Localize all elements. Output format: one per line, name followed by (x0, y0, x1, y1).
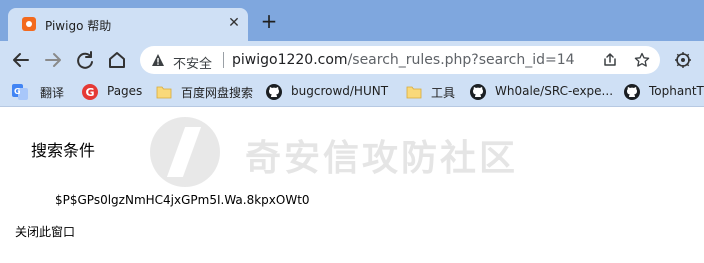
bookmarks-bar: G 翻译 G Pages 百度网盘搜索 bugcrowd/HUNT 工具 Wh0… (0, 78, 704, 107)
url-path: /search_rules.php?search_id=14 (347, 52, 575, 68)
url-text[interactable]: piwigo1220.com/search_rules.php?search_i… (232, 52, 575, 68)
address-separator (223, 52, 224, 68)
bookmark-label: Pages (107, 84, 143, 98)
new-tab-button[interactable]: + (259, 11, 279, 31)
bookmark-label: 百度网盘搜索 (181, 86, 254, 100)
github-icon (470, 84, 486, 100)
google-translate-icon: G (12, 84, 28, 100)
bookmark-star-icon[interactable] (634, 52, 650, 68)
tab-strip: Piwigo 帮助 ✕ + (0, 0, 704, 41)
warning-icon[interactable] (151, 53, 165, 67)
watermark: 奇安信攻防社区 (150, 117, 570, 195)
browser-toolbar: 不安全 piwigo1220.com/search_rules.php?sear… (0, 41, 704, 78)
svg-text:G: G (86, 86, 95, 99)
page-title: 搜索条件 (31, 141, 96, 160)
share-icon[interactable] (602, 52, 618, 68)
tab-close-icon[interactable]: ✕ (226, 15, 242, 31)
github-icon (624, 84, 640, 100)
address-bar[interactable]: 不安全 piwigo1220.com/search_rules.php?sear… (140, 46, 660, 74)
tab-title: Piwigo 帮助 (45, 19, 112, 33)
forward-arrow-icon[interactable] (42, 49, 64, 71)
not-secure-label[interactable]: 不安全 (173, 53, 212, 72)
bookmark-label: 翻译 (40, 86, 65, 100)
home-icon[interactable] (106, 49, 128, 71)
svg-text:G: G (14, 87, 21, 96)
page-content: 奇安信攻防社区 搜索条件 $P$GPs0lgzNmHC4jxGPm5I.Wa.8… (0, 107, 704, 263)
watermark-logo-icon (150, 117, 220, 187)
bookmark-label: 工具 (431, 86, 456, 100)
reload-icon[interactable] (74, 49, 96, 71)
folder-icon (406, 86, 422, 99)
search-rule-value: $P$GPs0lgzNmHC4jxGPm5I.Wa.8kpxOWt0 (55, 193, 310, 207)
folder-icon (156, 86, 172, 99)
watermark-text: 奇安信攻防社区 (245, 138, 519, 179)
browser-tab[interactable]: Piwigo 帮助 ✕ (8, 8, 248, 41)
close-window-link[interactable]: 关闭此窗口 (15, 223, 75, 240)
back-arrow-icon[interactable] (10, 49, 32, 71)
url-host: piwigo1220.com (232, 52, 348, 68)
github-icon (266, 84, 282, 100)
extension-gear-icon[interactable] (672, 49, 694, 71)
bookmark-label: TophantT (649, 84, 704, 98)
pages-icon: G (82, 84, 98, 100)
piwigo-favicon-icon (22, 17, 36, 31)
bookmark-label: bugcrowd/HUNT (291, 84, 389, 98)
bookmark-label: Wh0ale/SRC-expe... (495, 84, 614, 98)
